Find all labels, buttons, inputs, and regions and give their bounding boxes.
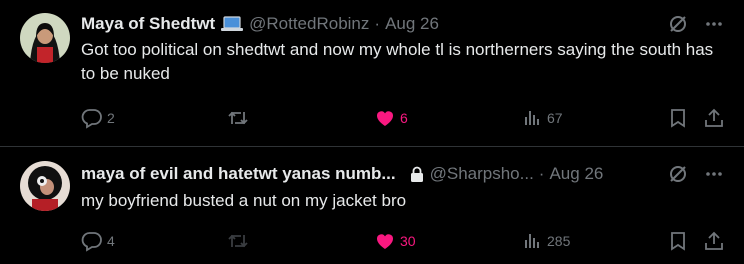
heart-filled-icon — [374, 107, 396, 129]
views-icon — [521, 230, 543, 252]
retweet-button[interactable] — [227, 229, 249, 253]
share-button[interactable] — [703, 106, 725, 130]
grok-icon[interactable] — [668, 14, 688, 34]
retweet-icon — [227, 107, 249, 129]
views-button[interactable]: 67 — [521, 106, 563, 130]
bookmark-button[interactable] — [667, 229, 689, 253]
share-icon — [703, 230, 725, 252]
reply-count: 2 — [107, 110, 115, 126]
share-icon — [703, 107, 725, 129]
tweet-text: Got too political on shedtwt and now my … — [81, 40, 714, 83]
more-options-icon[interactable] — [704, 14, 724, 34]
user-handle[interactable]: @RottedRobinz — [249, 14, 369, 34]
tweet-actions: 4 30 285 — [81, 229, 724, 253]
views-count: 67 — [547, 110, 563, 126]
share-button[interactable] — [703, 229, 725, 253]
views-icon — [521, 107, 543, 129]
laptop-icon — [221, 16, 244, 32]
like-button[interactable]: 30 — [374, 229, 416, 253]
reply-icon — [81, 107, 103, 129]
like-count: 30 — [400, 233, 416, 249]
retweet-icon — [227, 230, 249, 252]
avatar[interactable] — [20, 161, 70, 211]
reply-button[interactable]: 2 — [81, 106, 115, 130]
display-name[interactable]: Maya of Shedtwt — [81, 14, 215, 34]
tweet-date[interactable]: Aug 26 — [385, 14, 439, 34]
tweet-actions: 2 6 67 — [81, 106, 724, 130]
tweet-header: Maya of Shedtwt @RottedRobinz · Aug 26 — [81, 13, 724, 35]
grok-icon[interactable] — [668, 164, 688, 184]
tweet-date[interactable]: Aug 26 — [549, 164, 603, 184]
user-handle[interactable]: @Sharpsho... — [430, 164, 534, 184]
separator-dot: · — [374, 14, 381, 33]
retweet-button[interactable] — [227, 106, 249, 130]
avatar[interactable] — [20, 13, 70, 63]
tweet-2[interactable]: maya of evil and hatetwt yanas numb... @… — [0, 147, 744, 264]
views-button[interactable]: 285 — [521, 229, 570, 253]
heart-filled-icon — [374, 230, 396, 252]
bookmark-icon — [667, 107, 689, 129]
bookmark-button[interactable] — [667, 106, 689, 130]
reply-button[interactable]: 4 — [81, 229, 115, 253]
tweet-text: my boyfriend busted a nut on my jacket b… — [81, 191, 407, 210]
reply-icon — [81, 230, 103, 252]
separator-dot: · — [538, 164, 545, 183]
bookmark-icon — [667, 230, 689, 252]
tweet-1[interactable]: Maya of Shedtwt @RottedRobinz · Aug 26 G… — [0, 0, 744, 146]
lock-icon — [410, 166, 424, 182]
like-count: 6 — [400, 110, 408, 126]
views-count: 285 — [547, 233, 571, 249]
timeline-feed: Maya of Shedtwt @RottedRobinz · Aug 26 G… — [0, 0, 744, 264]
like-button[interactable]: 6 — [374, 106, 408, 130]
tweet-header: maya of evil and hatetwt yanas numb... @… — [81, 163, 724, 185]
more-options-icon[interactable] — [704, 164, 724, 184]
reply-count: 4 — [107, 233, 115, 249]
display-name[interactable]: maya of evil and hatetwt yanas numb... — [81, 164, 396, 184]
